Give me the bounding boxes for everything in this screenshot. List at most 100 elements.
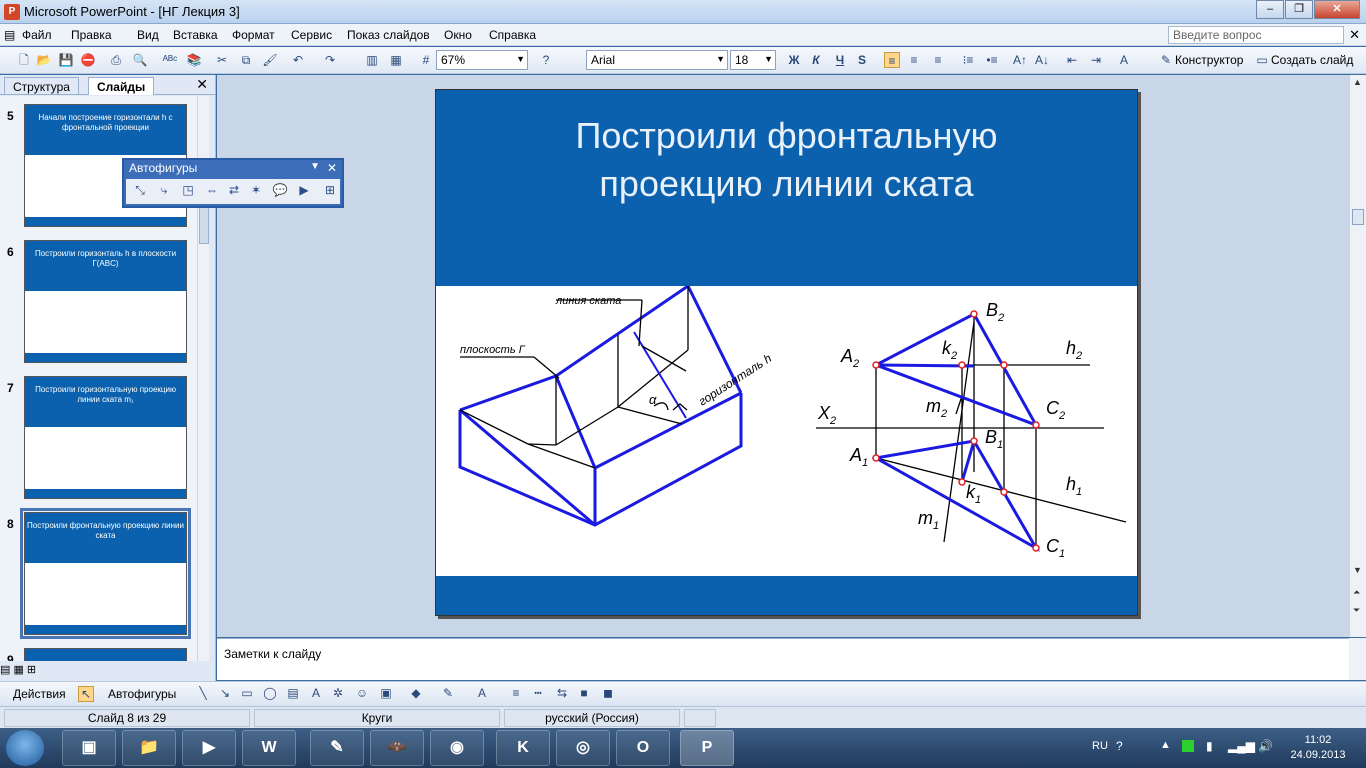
save-icon[interactable]: 💾	[58, 52, 74, 68]
font-color-icon[interactable]: A	[474, 686, 490, 702]
start-button[interactable]	[6, 730, 44, 766]
volume-icon[interactable]: 🔊	[1258, 739, 1273, 753]
cut-icon[interactable]: ✂	[214, 52, 230, 68]
close-icon[interactable]: ✕	[327, 161, 337, 175]
taskbar-app-media[interactable]: ▶	[182, 730, 236, 766]
wordart-icon[interactable]: A	[308, 686, 324, 702]
shadow-button[interactable]: S	[854, 52, 870, 68]
notes-scrollbar[interactable]	[1349, 638, 1366, 680]
autoshapes-toolbar[interactable]: Автофигуры ▼ ✕ ⤡ ⤷ ◳ ⇔ ⇄ ✶ 💬 ▶ ⊞	[122, 158, 344, 208]
print-preview-icon[interactable]: 🔍	[132, 52, 148, 68]
taskbar-app-monitor[interactable]: ▣	[62, 730, 116, 766]
zoom-select[interactable]: 67% ▼	[436, 50, 528, 70]
scroll-down-icon[interactable]: ▼	[1353, 565, 1362, 575]
arrow-icon[interactable]: ↘	[217, 686, 233, 702]
more-shapes-icon[interactable]: ⊞	[322, 183, 338, 199]
scroll-up-icon[interactable]: ▲	[1353, 77, 1362, 87]
callouts-icon[interactable]: 💬	[272, 183, 288, 199]
shadow-style-icon[interactable]: ■	[576, 686, 592, 702]
tray-expand-icon[interactable]: ▲	[1160, 739, 1171, 751]
line-icon[interactable]: ╲	[195, 686, 211, 702]
tab-slides[interactable]: Слайды	[88, 77, 155, 95]
diagram-icon[interactable]: ✲	[330, 686, 346, 702]
close-document-icon[interactable]: ✕	[1349, 27, 1360, 43]
taskbar-app-opera[interactable]: O	[616, 730, 670, 766]
increase-font-icon[interactable]: A↑	[1012, 52, 1028, 68]
signal-icon[interactable]: ▂▄▆	[1228, 739, 1255, 753]
slide-thumbnail-8[interactable]: Построили фронтальную проекцию линии ска…	[20, 508, 191, 639]
decrease-indent-icon[interactable]: ⇤	[1064, 52, 1080, 68]
menu-insert[interactable]: Вставка	[173, 28, 218, 42]
action-buttons-icon[interactable]: ▶	[296, 183, 312, 199]
slide-thumbnail-6[interactable]: Построили горизонталь h в плоскости Г(AB…	[24, 240, 187, 363]
dash-style-icon[interactable]: ┅	[530, 686, 546, 702]
block-arrows-icon[interactable]: ⇔	[204, 183, 220, 199]
redo-icon[interactable]: ↷	[322, 52, 338, 68]
menu-file[interactable]: Файл	[22, 28, 52, 42]
open-icon[interactable]: 📂	[36, 52, 52, 68]
copy-icon[interactable]: ⧉	[238, 52, 254, 68]
menu-help[interactable]: Справка	[489, 28, 536, 42]
taskbar-app-explorer[interactable]: 📁	[122, 730, 176, 766]
font-color-icon[interactable]: A	[1116, 52, 1132, 68]
taskbar-app-powerpoint[interactable]: P	[680, 730, 734, 766]
tray-status-icon[interactable]	[1182, 740, 1194, 752]
line-color-icon[interactable]: ✎	[440, 686, 456, 702]
slide-thumbnail-9[interactable]	[24, 648, 187, 661]
research-icon[interactable]: 📚	[186, 52, 202, 68]
new-icon[interactable]: 🗋	[16, 52, 32, 68]
help-tray-icon[interactable]: ?	[1116, 739, 1123, 753]
help-icon[interactable]: ?	[538, 52, 554, 68]
taskbar-app-k[interactable]: K	[496, 730, 550, 766]
bold-button[interactable]: Ж	[786, 52, 802, 68]
textbox-icon[interactable]: ▤	[285, 686, 301, 702]
fill-color-icon[interactable]: ◆	[408, 686, 424, 702]
restore-button[interactable]: ❐	[1285, 0, 1313, 19]
menu-window[interactable]: Окно	[444, 28, 472, 42]
italic-button[interactable]: К	[808, 52, 824, 68]
numbering-icon[interactable]: ⁝≡	[960, 52, 976, 68]
autoshapes-menu[interactable]: Автофигуры	[108, 687, 176, 701]
designer-button[interactable]: Конструктор	[1175, 53, 1243, 67]
picture-icon[interactable]: ▣	[378, 686, 394, 702]
actions-menu[interactable]: Действия	[13, 687, 66, 701]
connectors-icon[interactable]: ⤷	[156, 183, 172, 199]
select-objects-icon[interactable]: ↖	[78, 686, 94, 702]
new-slide-icon[interactable]: ▭	[1254, 52, 1270, 68]
slide-thumbnail-7[interactable]: Построили горизонтальную проекцию линии …	[24, 376, 187, 499]
language-indicator[interactable]: RU	[1092, 740, 1108, 752]
oval-icon[interactable]: ◯	[262, 686, 278, 702]
basic-shapes-icon[interactable]: ◳	[180, 183, 196, 199]
undo-icon[interactable]: ↶	[290, 52, 306, 68]
menu-view[interactable]: Вид	[137, 28, 159, 42]
close-button[interactable]: ✕	[1314, 0, 1360, 19]
increase-indent-icon[interactable]: ⇥	[1088, 52, 1104, 68]
menu-tools[interactable]: Сервис	[291, 28, 332, 42]
lines-icon[interactable]: ⤡	[132, 183, 148, 199]
decrease-font-icon[interactable]: A↓	[1034, 52, 1050, 68]
underline-button[interactable]: Ч	[832, 52, 848, 68]
taskbar-app-viewer[interactable]: ◉	[430, 730, 484, 766]
bullets-icon[interactable]: •≡	[984, 52, 1000, 68]
table-icon[interactable]: ▦	[388, 52, 404, 68]
line-style-icon[interactable]: ≡	[508, 686, 524, 702]
font-select[interactable]: Arial ▼	[586, 50, 728, 70]
notes-pane[interactable]: Заметки к слайду	[217, 638, 1349, 680]
permission-icon[interactable]: ⛔	[80, 52, 96, 68]
arrow-style-icon[interactable]: ⇆	[554, 686, 570, 702]
slide-canvas[interactable]: Построили фронтальную проекцию линии ска…	[435, 89, 1138, 616]
print-icon[interactable]: ⎙	[108, 52, 124, 68]
menu-format[interactable]: Формат	[232, 28, 275, 42]
document-icon[interactable]: ▤	[4, 28, 20, 42]
rectangle-icon[interactable]: ▭	[239, 686, 255, 702]
minimize-button[interactable]: –	[1256, 0, 1284, 19]
menu-edit[interactable]: Правка	[71, 28, 112, 42]
align-left-icon[interactable]: ≡	[884, 52, 900, 68]
taskbar-app-chrome[interactable]: ◎	[556, 730, 610, 766]
grid-icon[interactable]: #	[418, 52, 434, 68]
network-icon[interactable]: ▮	[1206, 739, 1213, 753]
align-center-icon[interactable]: ≡	[906, 52, 922, 68]
flowchart-icon[interactable]: ⇄	[226, 183, 242, 199]
clipart-icon[interactable]: ☺	[354, 686, 370, 702]
menu-slideshow[interactable]: Показ слайдов	[347, 28, 430, 42]
